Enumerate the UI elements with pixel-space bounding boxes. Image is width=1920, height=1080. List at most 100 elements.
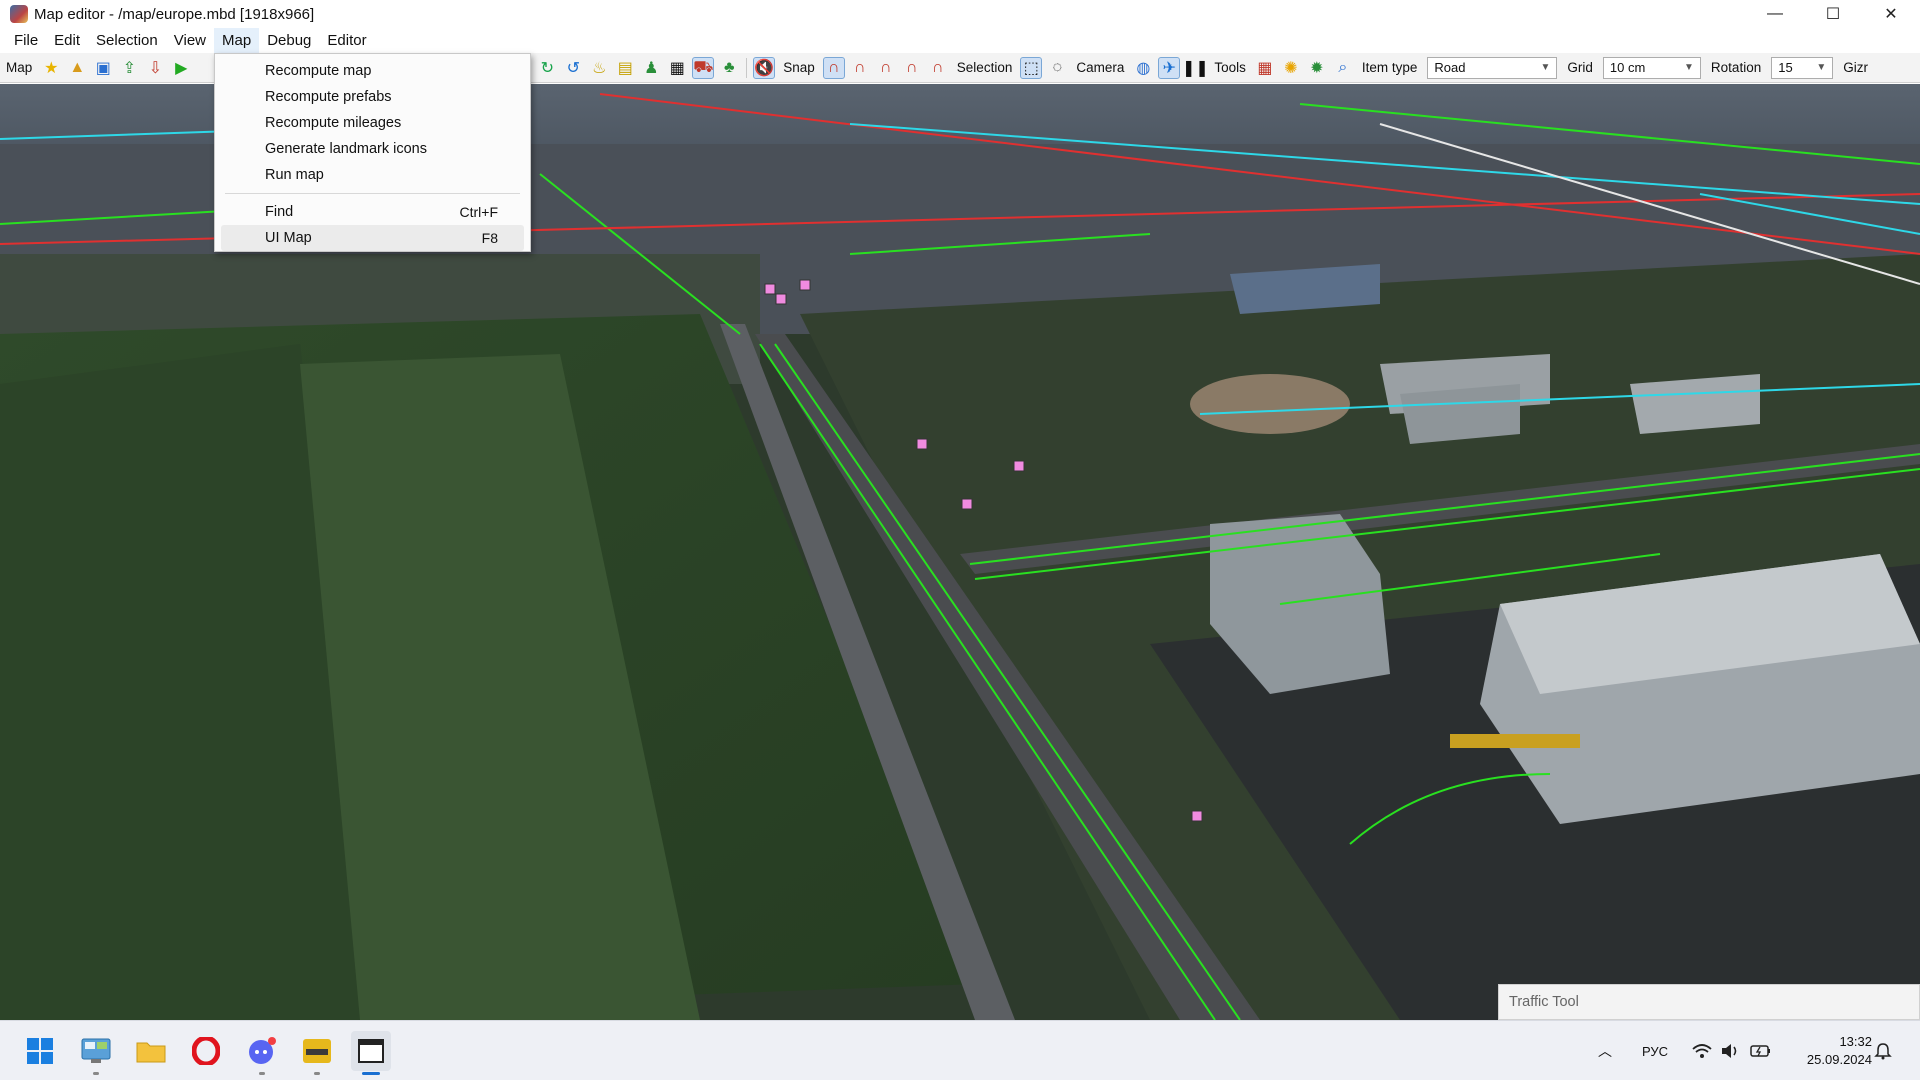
- menu-editor[interactable]: Editor: [319, 28, 374, 53]
- road-node-marker[interactable]: [764, 283, 776, 295]
- menu-item-recompute-mileages[interactable]: Recompute mileages: [221, 110, 524, 136]
- show-hidden-icons-button[interactable]: ︿: [1598, 1021, 1612, 1080]
- sign-board-icon[interactable]: ▤: [614, 57, 636, 79]
- menu-item-shortcut: Ctrl+F: [459, 204, 499, 220]
- road-node-marker[interactable]: [775, 293, 787, 305]
- window-title: Map editor - /map/europe.mbd [1918x966]: [34, 5, 315, 23]
- yellow-gantry-crane: [1450, 734, 1580, 748]
- grid-select[interactable]: 10 cm ▼: [1602, 56, 1701, 79]
- pause-icon[interactable]: ❚❚: [1182, 57, 1209, 79]
- office-building: [1630, 374, 1760, 434]
- item-type-value: Road: [1434, 60, 1466, 75]
- running-indicator: [259, 1072, 265, 1075]
- road-node-marker[interactable]: [961, 498, 973, 510]
- taskbar-file-explorer[interactable]: [131, 1031, 171, 1071]
- search-magnifier-icon[interactable]: ⌕: [1332, 57, 1354, 79]
- input-language-indicator[interactable]: РУС: [1642, 1021, 1668, 1080]
- wifi-signal-icon: [1692, 1044, 1712, 1058]
- menu-edit[interactable]: Edit: [46, 28, 88, 53]
- grid-tiles-icon[interactable]: ▦: [1254, 57, 1276, 79]
- taskbar-opera[interactable]: [186, 1031, 226, 1071]
- grid-value: 10 cm: [1609, 60, 1646, 75]
- lasso-select-icon[interactable]: ◌: [1046, 57, 1068, 79]
- tree-icon[interactable]: ♣: [718, 57, 740, 79]
- rubble-pile: [1190, 374, 1350, 434]
- snap-magnet-right-icon[interactable]: ∩: [901, 57, 923, 79]
- light-lamp-icon[interactable]: ♨: [588, 57, 610, 79]
- windows-start-icon: [27, 1038, 53, 1064]
- ets2-game-icon: [303, 1039, 331, 1063]
- map-toolbar-label: Map: [6, 60, 33, 75]
- taskbar-control-panel[interactable]: [76, 1031, 116, 1075]
- active-indicator: [362, 1072, 380, 1075]
- maximize-button[interactable]: ☐: [1804, 0, 1862, 28]
- menu-item-label: Recompute prefabs: [265, 89, 392, 105]
- notifications-button[interactable]: [1874, 1021, 1892, 1080]
- open-map-icon[interactable]: ▲: [66, 57, 88, 79]
- menu-item-recompute-prefabs[interactable]: Recompute prefabs: [221, 84, 524, 110]
- toolbar-separator: [746, 57, 748, 78]
- title-bar: Map editor - /map/europe.mbd [1918x966] …: [0, 0, 1920, 28]
- rotate-arrow-icon[interactable]: ↺: [562, 57, 584, 79]
- fly-camera-icon[interactable]: ✈: [1158, 56, 1181, 79]
- menu-item-find[interactable]: Find Ctrl+F: [221, 199, 524, 225]
- snap-magnet-plus-icon[interactable]: ∩: [927, 57, 949, 79]
- upload-icon[interactable]: ⇪: [118, 57, 140, 79]
- taskbar-map-editor[interactable]: [351, 1031, 391, 1075]
- redo-arrow-icon[interactable]: ↻: [536, 57, 558, 79]
- favorite-star-icon[interactable]: ★: [40, 57, 62, 79]
- gizmo-label: Gizr: [1843, 60, 1868, 75]
- road-node-marker[interactable]: [799, 279, 811, 291]
- camera-film-icon[interactable]: ▦: [666, 57, 688, 79]
- menu-item-recompute-map[interactable]: Recompute map: [221, 58, 524, 84]
- menu-item-label: Find: [265, 204, 294, 220]
- menu-item-run-map[interactable]: Run map: [221, 162, 524, 188]
- road-node-marker[interactable]: [916, 438, 928, 450]
- volume-icon[interactable]: [1720, 1021, 1740, 1080]
- clock-date: 25.09.2024: [1806, 1052, 1872, 1067]
- discord-icon: [249, 1037, 276, 1064]
- menu-item-generate-landmark-icons[interactable]: Generate landmark icons: [221, 136, 524, 162]
- start-button[interactable]: [20, 1031, 60, 1071]
- settings-gear-icon[interactable]: ✹: [1306, 57, 1328, 79]
- download-icon[interactable]: ⇩: [144, 57, 166, 79]
- item-type-select[interactable]: Road ▼: [1427, 56, 1558, 79]
- map-dropdown-menu: Recompute map Recompute prefabs Recomput…: [214, 53, 531, 252]
- road-node-marker[interactable]: [1013, 460, 1025, 472]
- taskbar-clock[interactable]: 13:32 25.09.2024: [1807, 1033, 1872, 1069]
- run-play-icon[interactable]: ▶: [170, 57, 192, 79]
- rect-select-icon[interactable]: ⬚: [1020, 56, 1043, 79]
- menu-file[interactable]: File: [6, 28, 46, 53]
- file-explorer-icon: [136, 1042, 166, 1063]
- close-button[interactable]: ✕: [1862, 0, 1920, 28]
- menu-selection[interactable]: Selection: [88, 28, 166, 53]
- traffic-tool-panel[interactable]: Traffic Tool: [1498, 984, 1920, 1020]
- figure-icon[interactable]: ♟: [640, 57, 662, 79]
- menu-item-ui-map[interactable]: UI Map F8: [221, 225, 524, 251]
- menu-view[interactable]: View: [166, 28, 214, 53]
- snap-magnet-up-icon[interactable]: ∩: [849, 57, 871, 79]
- traffic-tool-label: Traffic Tool: [1509, 994, 1579, 1010]
- taskbar-discord[interactable]: [242, 1031, 282, 1075]
- camera-label: Camera: [1076, 60, 1125, 75]
- sun-icon[interactable]: ✺: [1280, 57, 1302, 79]
- tools-label: Tools: [1214, 60, 1246, 75]
- snap-label: Snap: [783, 60, 815, 75]
- menu-map[interactable]: Map: [214, 28, 260, 53]
- item-type-label: Item type: [1361, 60, 1418, 75]
- road-node-marker[interactable]: [1191, 810, 1203, 822]
- taskbar-ets2-game[interactable]: [297, 1031, 337, 1075]
- wifi-icon[interactable]: [1692, 1021, 1712, 1080]
- menu-item-label: Recompute map: [265, 63, 372, 79]
- minimize-button[interactable]: —: [1746, 0, 1804, 28]
- selection-label: Selection: [956, 60, 1013, 75]
- globe-icon[interactable]: ◍: [1132, 57, 1154, 79]
- rotation-select[interactable]: 15 ▼: [1771, 56, 1834, 79]
- save-icon[interactable]: ▣: [92, 57, 114, 79]
- mute-sound-icon[interactable]: 🔇: [753, 56, 776, 79]
- snap-magnet-left-icon[interactable]: ∩: [875, 57, 897, 79]
- menu-debug[interactable]: Debug: [259, 28, 319, 53]
- snap-magnet-icon[interactable]: ∩: [822, 56, 845, 79]
- vehicle-truck-icon[interactable]: ⛟: [692, 56, 715, 79]
- battery-icon[interactable]: [1750, 1021, 1772, 1080]
